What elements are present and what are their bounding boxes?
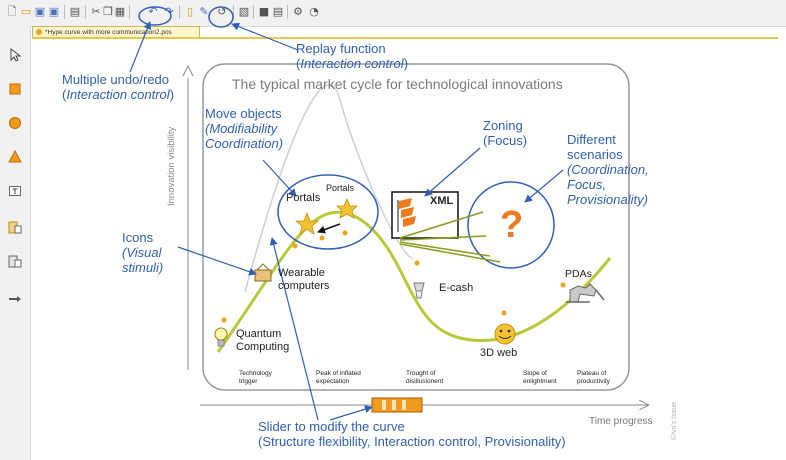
x-axis-label: Time progress	[589, 416, 653, 427]
xml-label: XML	[430, 195, 454, 207]
portals-label: Portals	[286, 192, 321, 204]
annotation-icons: Icons (Visual stimuli)	[122, 230, 164, 275]
curve-marker	[292, 243, 298, 249]
wearable-label-2: computers	[278, 280, 330, 292]
wearable-computer-icon	[254, 269, 272, 282]
annotation-replay: Replay function (Interaction control)	[296, 41, 409, 71]
3d-web-label: 3D web	[480, 347, 518, 359]
replay-arrow	[231, 22, 299, 51]
undo-redo-arrow	[129, 21, 152, 73]
phase-label: Slope of enlightment	[523, 370, 557, 385]
annotation-scenarios: Different scenarios (Coordination, Focus…	[567, 132, 649, 207]
ecash-label: E-cash	[439, 282, 474, 294]
phase-label: Technology trigger	[239, 370, 272, 385]
pdas-label: PDAs	[565, 268, 592, 280]
slider-tick	[402, 400, 406, 410]
watermark: ©Ivo's Issue	[670, 402, 678, 440]
phase-label: Trought of disillusionent	[406, 370, 444, 385]
curve-marker	[221, 317, 227, 323]
figure-title: The typical market cycle for technologic…	[232, 76, 563, 92]
curve-marker	[342, 230, 348, 236]
annotation-zoning: Zoning (Focus)	[483, 118, 528, 148]
curve-marker	[414, 260, 420, 266]
curve-slider[interactable]	[371, 397, 423, 413]
y-axis-label: Innovation visibility	[166, 126, 177, 206]
phase-label: Plateau of productivity	[577, 370, 610, 385]
curve-marker	[560, 282, 566, 288]
application-window: 🗋 ▭ ▣ ▣ ▤ ✂ ❐ ▦ ↶ ↷ ▯ ✎ ↺ ▧ ■ ▤ ⚙ ◔ *Hyp…	[0, 0, 786, 460]
curve-marker	[501, 310, 507, 316]
annotation-move-objects: Move objects (Modifiability Coordination…	[205, 106, 284, 151]
wearable-label-1: Wearable	[278, 267, 325, 279]
y-axis-arrow	[182, 64, 194, 77]
3d-web-smiley-icon	[494, 323, 516, 345]
slider-tick	[382, 400, 386, 410]
question-mark: ?	[500, 204, 524, 246]
annotation-slider: Slider to modify the curve (Structure fl…	[258, 419, 566, 449]
phase-label: Peak of inflated expectation	[316, 370, 361, 385]
quantum-label-1: Quantum	[236, 328, 282, 340]
slider-tick	[392, 400, 396, 410]
quantum-label-2: Computing	[236, 341, 290, 353]
undo-redo-highlight	[138, 6, 172, 26]
portals-label-2: Portals	[326, 183, 355, 193]
curve-marker	[319, 235, 325, 241]
annotation-undo-redo: Multiple undo/redo (Interaction control)	[62, 72, 175, 102]
lightbulb-icon	[214, 327, 228, 341]
replay-highlight	[208, 6, 234, 28]
ecash-icon	[413, 282, 425, 292]
